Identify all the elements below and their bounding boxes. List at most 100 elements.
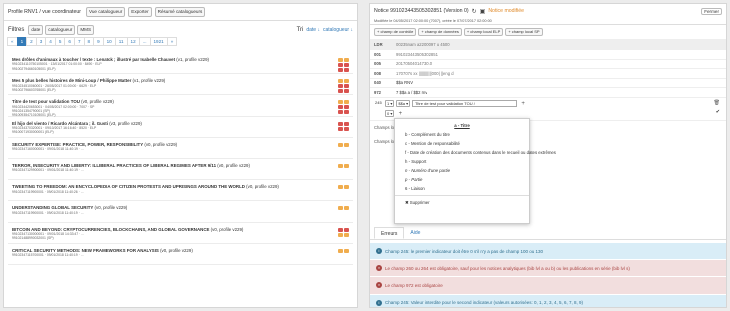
validation-message: i Champ 245: Valeur interdite pour le sec…: [370, 294, 726, 307]
field-value: 991023443505302851: [396, 51, 438, 57]
subfield-dropdown: a - Titre b - Complément du titre c - Ment…: [394, 118, 556, 224]
page-link[interactable]: »: [166, 37, 178, 46]
status-badge: [344, 105, 349, 110]
status-badge: [338, 232, 343, 237]
field-tag: 972: [374, 89, 381, 95]
add-local-sp-button[interactable]: + champ local SP: [505, 28, 543, 36]
page-link[interactable]: 1921: [149, 37, 168, 46]
status-badge: [344, 79, 349, 84]
add-local-elp-button[interactable]: + champ local ELP: [463, 28, 504, 36]
record-title-text: Titre de test pour validation TOU: [12, 99, 80, 105]
record-item[interactable]: TWEETING TO FREEDOM: AN ENCYCLOPEDIA OF …: [8, 180, 353, 202]
save-icon[interactable]: ▣: [480, 8, 486, 15]
record-badges: [338, 58, 349, 72]
field-tag: 040: [374, 80, 381, 86]
add-subfield-icon[interactable]: +: [519, 101, 527, 107]
subfield-option[interactable]: c - Mention de responsabilité: [395, 139, 529, 148]
record-title-text: Mes drôles d'animaux à toucher / texte :…: [12, 57, 176, 62]
status-badge: [338, 110, 343, 115]
record-version: (v1, profile v229): [131, 78, 166, 84]
subfield-select[interactable]: $$a ▾: [396, 100, 411, 107]
validation-message: × Le champ 972 est obligatoire: [370, 277, 726, 295]
record-line1: 99102347119900001 · 09/01/2018 11:40:26 …: [12, 189, 84, 194]
record-version: (v0, profile v229): [209, 226, 244, 232]
subfield-option[interactable]: f - Date de création des documents conte…: [395, 148, 556, 157]
field-value: 00235nam a2200097 u 4500: [396, 41, 450, 47]
record-badges: [338, 248, 349, 253]
profile-title: Profile RNV1 / vue coordinateur: [8, 9, 81, 15]
status-badge: [338, 58, 343, 62]
record-line2: 991021488990032001 (SP): [12, 236, 54, 241]
subfield-option[interactable]: n - Numéro d'une partie: [395, 166, 529, 175]
record-line1: 99102347115700001 · 09/01/2018 11:40:19 …: [12, 253, 84, 258]
subfield-option[interactable]: p - Partie: [395, 175, 529, 184]
filter-catalogueur[interactable]: catalogueur: [45, 24, 76, 35]
status-badge: [344, 248, 349, 253]
subfield-option[interactable]: h - Support: [395, 157, 529, 166]
bottom-tabs: Erreurs Aide: [370, 227, 726, 240]
add-control-field-button[interactable]: + champ de contrôle: [374, 28, 417, 36]
status-badge: [338, 126, 343, 131]
record-item[interactable]: Mes drôles d'animaux à toucher / texte :…: [8, 53, 353, 75]
marc-field-row[interactable]: 040 $$a RNV: [370, 79, 726, 88]
record-title-text: BITCOIN AND BEYOND: CRYPTOCURRENCIES, BL…: [12, 226, 210, 232]
field-tag: 001: [374, 51, 381, 57]
subfield-option[interactable]: b - Complément du titre: [395, 130, 529, 139]
marc-field-row[interactable]: LDR 00235nam a2200097 u 4500: [370, 39, 726, 50]
record-item[interactable]: El hijo del viento / Ricardo Alcántara ;…: [8, 117, 353, 138]
status-badge: [338, 105, 343, 110]
record-title-text: SECURITY EXPERTISE: PRACTICE, POWER, RES…: [12, 141, 144, 147]
record-badges: [338, 227, 349, 237]
confirm-check-icon[interactable]: ✔: [716, 109, 720, 115]
validation-message: × Le champ 260 ou 264 est obligatoire, sa…: [370, 260, 726, 278]
subfield-value-input[interactable]: Titre de test pour validation TOU /: [412, 100, 518, 107]
marc-field-row[interactable]: 008 170707s xx ||||||||||||000| ||eng d: [370, 69, 726, 79]
record-item[interactable]: TERROR, INSECURITY AND LIBERTY: ILLIBERA…: [8, 159, 353, 181]
record-item[interactable]: Titre de test pour validation TOU (v0, p…: [8, 95, 353, 117]
info-icon: i: [376, 248, 382, 255]
field-tag: 245: [374, 100, 383, 107]
filter-date[interactable]: date: [28, 24, 44, 35]
validation-message: i Champ 245: le premier indicateur doit ê…: [370, 243, 726, 261]
record-badges: [338, 142, 349, 147]
record-item[interactable]: Mes 5 plus belles histoires de Mini-Loup…: [8, 74, 353, 96]
add-data-field-button[interactable]: + champ de données: [418, 28, 462, 36]
vue-catalogueur-button[interactable]: Vue catalogueur: [85, 7, 126, 17]
record-item[interactable]: UNDERSTANDING GLOBAL SECURITY (v0, profi…: [8, 201, 353, 223]
record-badges: [338, 185, 349, 190]
marc-field-row[interactable]: 001 991023443505302851: [370, 50, 726, 60]
message-text: Champ 245: le premier indicateur doit êt…: [385, 248, 544, 254]
indicator2-select[interactable]: 0 ▾: [385, 110, 395, 117]
exporter-button[interactable]: Exporter: [128, 7, 152, 17]
close-button[interactable]: Fermer: [701, 7, 722, 15]
delete-subfield-option[interactable]: ✖ Supprimer: [395, 198, 529, 207]
add-subfield-icon-2[interactable]: +: [396, 111, 404, 117]
subfield-option[interactable]: 6 - Liaison: [395, 184, 529, 193]
status-badge: [344, 110, 349, 115]
field-value: 20170504014730.0: [396, 61, 433, 67]
status-badge: [344, 185, 349, 190]
sort-catalogueur-link[interactable]: catalogueur ↓: [323, 27, 353, 33]
add-field-buttons: + champ de contrôle + champ de données +…: [370, 25, 726, 39]
indicator1-select[interactable]: 1 ▾: [385, 100, 395, 107]
marc-field-row[interactable]: 972 7 $$a a / $$2 rnv: [370, 88, 726, 98]
record-version: (v0, profile v229): [143, 141, 178, 147]
tab-erreurs[interactable]: Erreurs: [374, 227, 405, 239]
sort-controls: Tri date ↓ catalogueur ↓: [297, 27, 353, 33]
tab-aide[interactable]: Aide: [404, 227, 426, 239]
filter-mms[interactable]: MMS: [77, 24, 95, 35]
trash-icon[interactable]: 🗑: [714, 100, 720, 106]
record-item[interactable]: SECURITY EXPERTISE: PRACTICE, POWER, RES…: [8, 138, 353, 159]
field-tag: 008: [374, 70, 381, 76]
record-line2: 99100071930000001 (ELP): [12, 130, 54, 135]
notice-title: Notice 991023443505302851 (Version 0): [374, 8, 469, 14]
refresh-icon[interactable]: ↻: [472, 8, 477, 15]
marc-field-row[interactable]: 005 20170504014730.0: [370, 60, 726, 69]
record-badges: [338, 206, 349, 211]
resume-catalogueurs-button[interactable]: Résumé catalogueurs: [154, 7, 206, 17]
record-item[interactable]: BITCOIN AND BEYOND: CRYPTOCURRENCIES, BL…: [8, 223, 353, 244]
sort-date-link[interactable]: date ↓: [306, 27, 320, 33]
subfield-option[interactable]: a - Titre: [395, 121, 529, 130]
status-badge: [338, 79, 343, 84]
record-item[interactable]: CRITICAL SECURITY METHODS: NEW FRAMEWORK…: [8, 244, 353, 265]
